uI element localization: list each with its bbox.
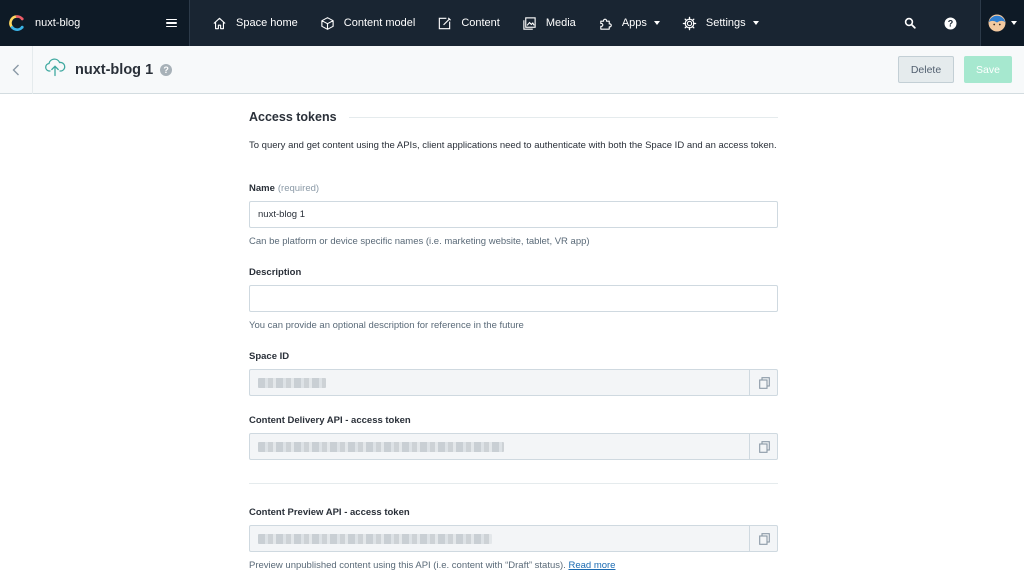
section-title: Access tokens — [249, 110, 337, 124]
copy-icon — [758, 376, 770, 389]
name-input[interactable]: nuxt-blog 1 — [249, 201, 778, 228]
cube-icon — [321, 16, 334, 30]
nav-label: Media — [545, 17, 576, 29]
gear-icon — [682, 16, 697, 30]
copy-preview-token-button[interactable] — [749, 525, 778, 552]
account-menu[interactable] — [980, 0, 1024, 46]
nav-apps[interactable]: Apps — [598, 0, 660, 46]
name-input-value: nuxt-blog 1 — [258, 209, 306, 220]
question-icon[interactable]: ? — [160, 63, 173, 76]
preview-token-field[interactable] — [249, 525, 778, 552]
nav-label: Content model — [343, 17, 416, 29]
delivery-token-field[interactable] — [249, 433, 778, 460]
delete-button[interactable]: Delete — [898, 56, 954, 83]
space-switcher[interactable]: nuxt-blog — [0, 0, 190, 46]
avatar — [988, 14, 1006, 32]
nav-settings[interactable]: Settings — [682, 0, 759, 46]
chevron-down-icon — [653, 21, 660, 25]
name-label-text: Name — [249, 183, 275, 194]
nav-label: Settings — [705, 17, 746, 29]
preview-token-label: Content Preview API - access token — [249, 507, 410, 518]
nav-content-model[interactable]: Content model — [320, 0, 416, 46]
nav-label: Apps — [621, 17, 647, 29]
entity-header: nuxt-blog 1 ? Delete Save — [0, 45, 1024, 94]
copy-delivery-token-button[interactable] — [749, 433, 778, 460]
search-button[interactable] — [890, 0, 930, 46]
space-id-label: Space ID — [249, 351, 290, 362]
description-input[interactable] — [249, 285, 778, 312]
cloud-upload-icon — [44, 57, 66, 82]
home-icon — [213, 17, 226, 29]
description-label: Description — [249, 267, 302, 278]
puzzle-icon — [600, 18, 612, 30]
nav-space-home[interactable]: Space home — [212, 0, 298, 46]
divider — [348, 116, 778, 118]
read-more-link[interactable]: Read more — [568, 560, 615, 571]
required-marker: (required) — [277, 183, 320, 194]
divider — [249, 483, 778, 484]
masked-value — [258, 441, 504, 452]
delivery-token-label: Content Delivery API - access token — [249, 415, 411, 426]
help-circle-icon: ? — [944, 17, 956, 29]
edit-icon — [439, 16, 452, 29]
preview-help: Preview unpublished content using this A… — [249, 560, 615, 571]
back-button[interactable] — [0, 45, 33, 94]
masked-value — [258, 533, 492, 544]
copy-space-id-button[interactable] — [749, 369, 778, 396]
access-token-form: Access tokens To query and get content u… — [249, 94, 778, 587]
page-title: nuxt-blog 1 — [75, 61, 154, 78]
space-name: nuxt-blog — [35, 17, 81, 29]
search-icon — [904, 17, 916, 29]
nav-content[interactable]: Content — [437, 0, 500, 46]
nav-label: Content — [461, 17, 500, 29]
description-help: You can provide an optional description … — [249, 320, 524, 331]
name-help: Can be platform or device specific names… — [249, 236, 590, 247]
space-id-field[interactable] — [249, 369, 778, 396]
intro-text: To query and get content using the APIs,… — [249, 140, 777, 151]
nav-media[interactable]: Media — [522, 0, 576, 46]
chevron-down-icon — [752, 21, 759, 25]
preview-help-text: Preview unpublished content using this A… — [249, 560, 566, 571]
chevron-down-icon — [1011, 21, 1017, 25]
help-button[interactable]: ? — [930, 0, 970, 46]
name-label: Name (required) — [249, 183, 319, 194]
contentful-logo-icon — [9, 15, 25, 31]
section-heading: Access tokens — [249, 110, 778, 124]
image-icon — [523, 16, 536, 30]
svg-text:?: ? — [947, 18, 953, 28]
top-navigation: nuxt-blog Space home Content model Conte… — [0, 0, 1024, 46]
chevron-left-icon — [12, 64, 19, 75]
save-button[interactable]: Save — [964, 56, 1012, 83]
menu-icon[interactable] — [166, 18, 177, 28]
copy-icon — [758, 532, 770, 545]
nav-label: Space home — [236, 17, 298, 29]
copy-icon — [758, 440, 770, 453]
masked-value — [258, 377, 326, 388]
